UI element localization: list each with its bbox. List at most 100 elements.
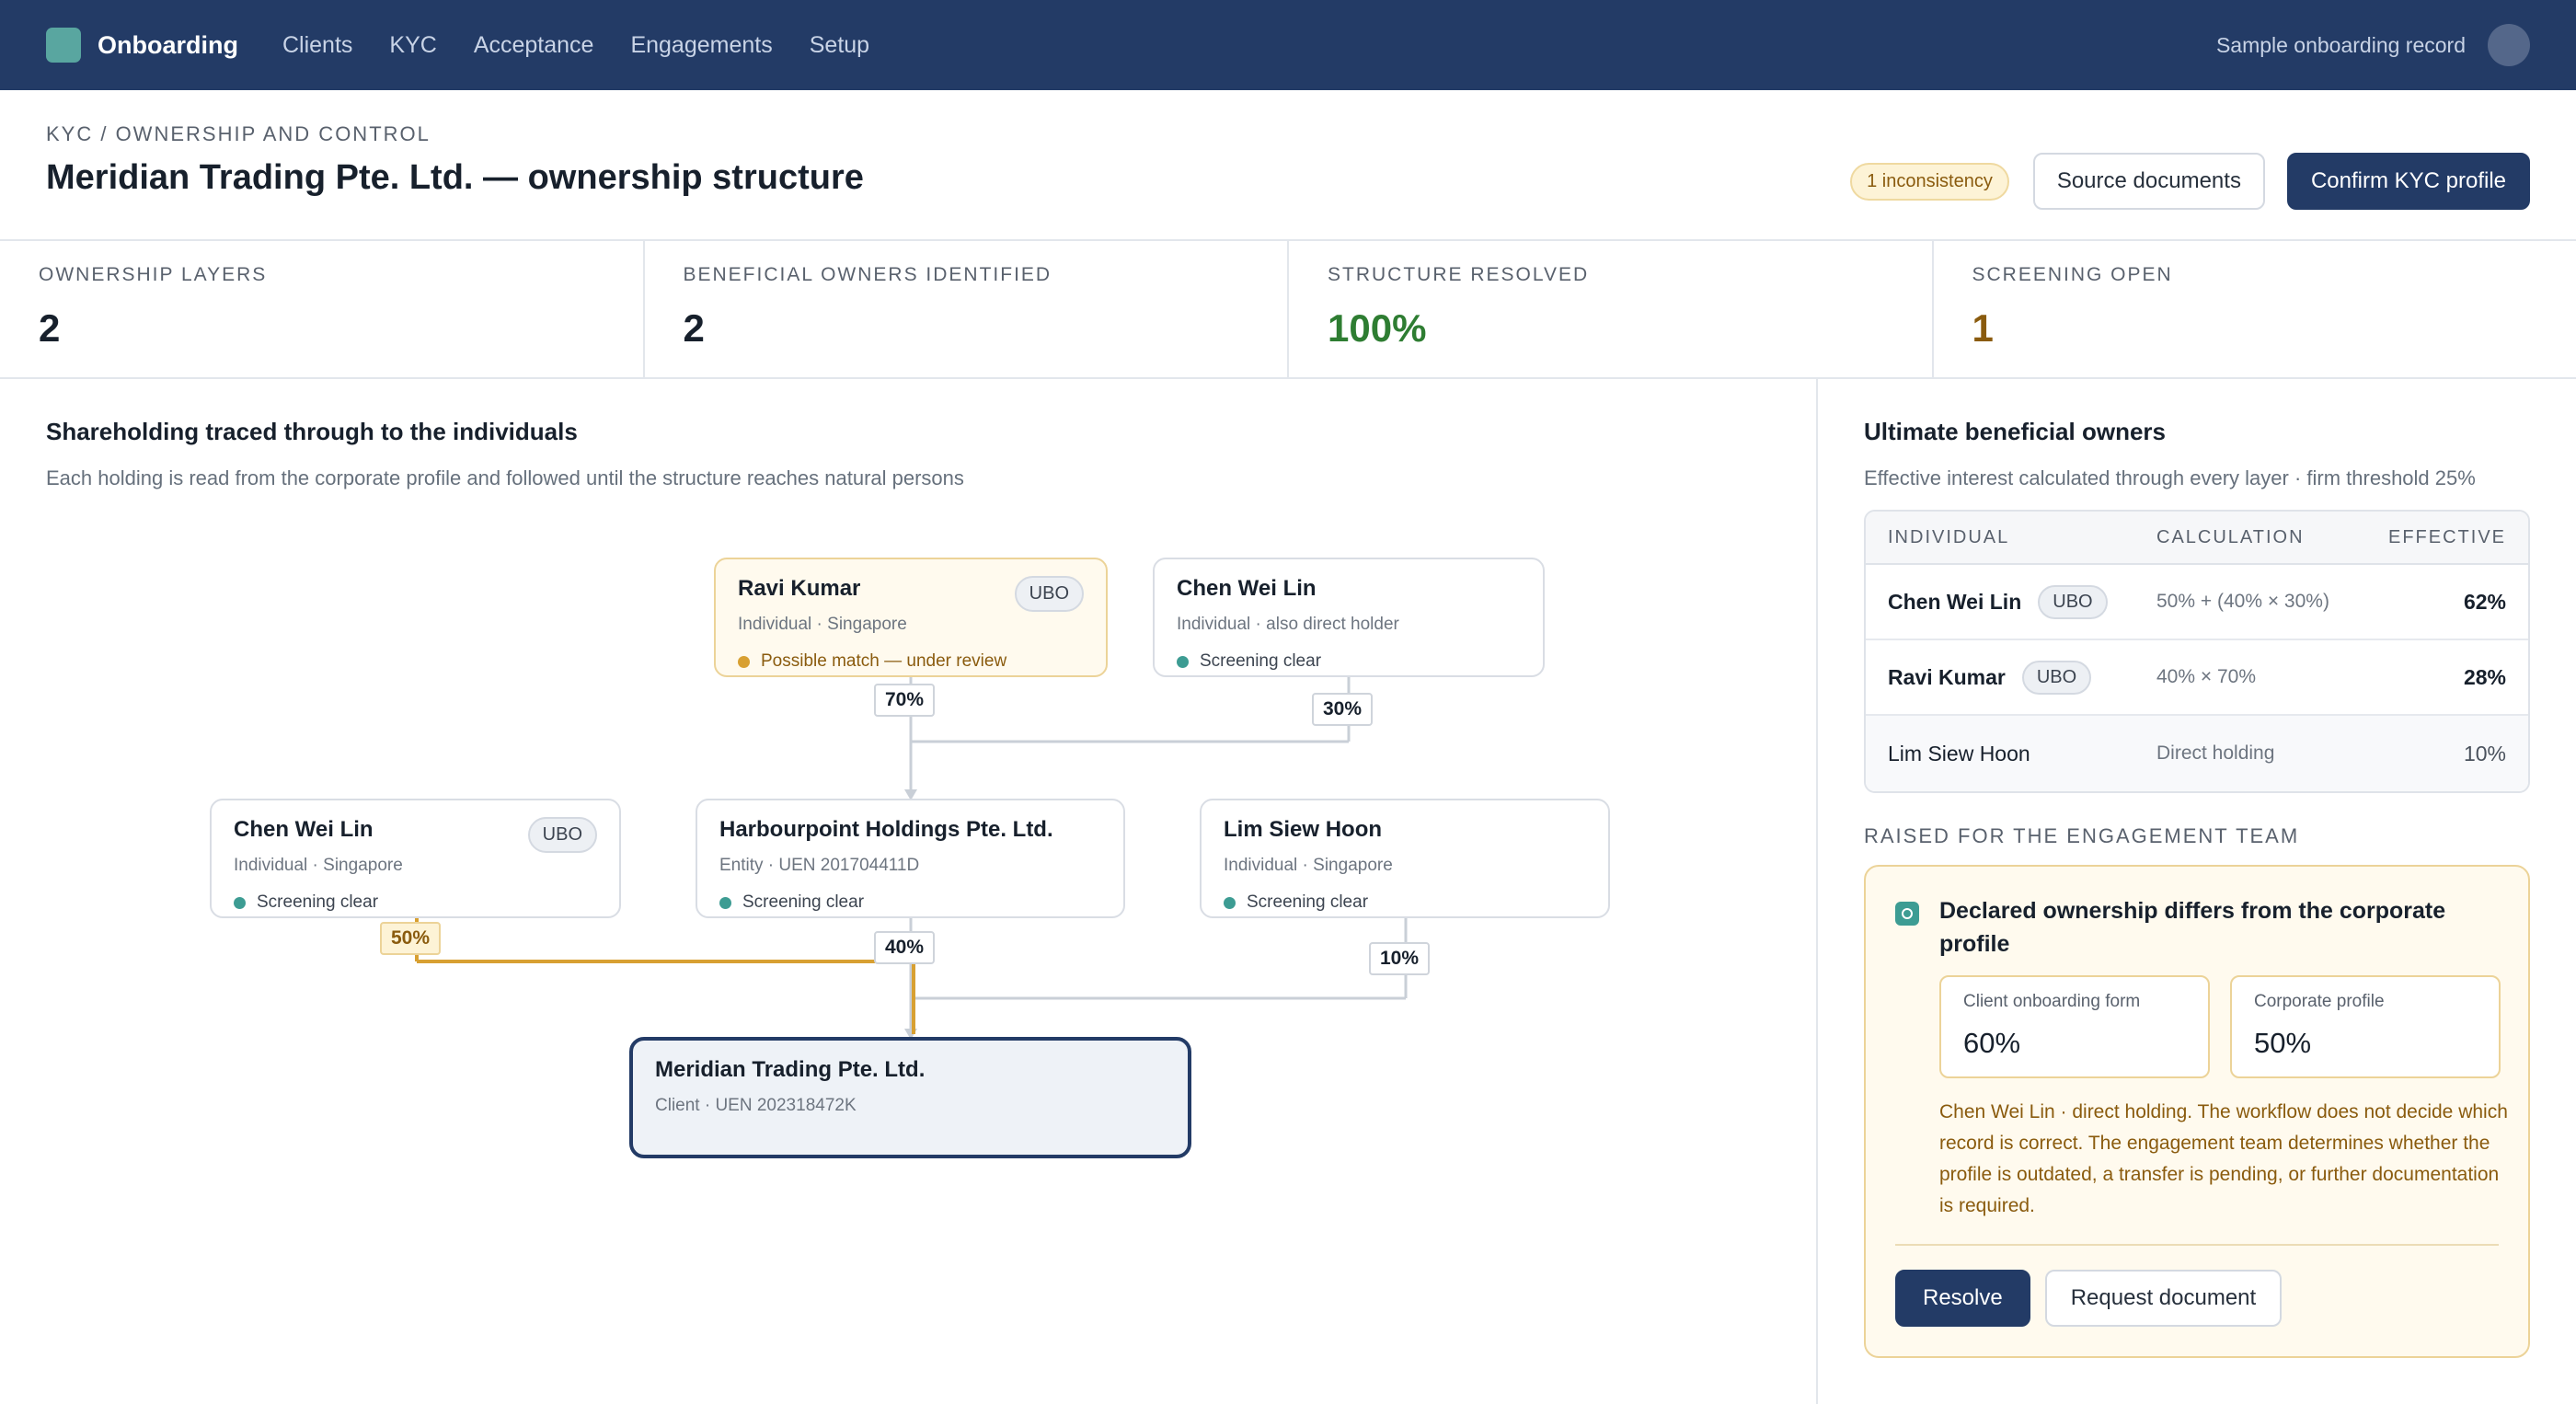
ubo-badge: UBO	[2038, 584, 2108, 619]
divider	[1895, 1244, 2499, 1246]
node-harbourpoint-holdings[interactable]: Harbourpoint Holdings Pte. Ltd. Entity ·…	[696, 799, 1125, 918]
ubo-title: Ultimate beneficial owners	[1864, 418, 2166, 445]
nav-item-kyc[interactable]: KYC	[389, 32, 436, 59]
node-status: Screening clear	[1224, 892, 1586, 913]
node-name: Lim Siew Hoon	[1224, 817, 1383, 842]
status-dot-icon	[719, 896, 731, 909]
ubo-name: Ravi Kumar	[1888, 664, 2006, 689]
ubo-header: Ultimate beneficial owners Effective int…	[1864, 418, 2476, 490]
ubo-badge: UBO	[1014, 576, 1084, 612]
breadcrumb: KYC / OWNERSHIP AND CONTROL	[46, 122, 431, 145]
user-avatar[interactable]	[2488, 24, 2530, 66]
compare-label: Corporate profile	[2254, 992, 2385, 1011]
cell-calculation: 40% × 70%	[2156, 666, 2256, 687]
node-meta: Individual · Singapore	[738, 615, 907, 634]
col-effective: EFFECTIVE	[2387, 526, 2506, 547]
table-row[interactable]: Chen Wei Lin UBO 50% + (40% × 30%) 62%	[1866, 565, 2528, 640]
node-meta: Client · UEN 202318472K	[655, 1096, 857, 1115]
inconsistency-badge[interactable]: 1 inconsistency	[1850, 162, 2009, 201]
nav-item-engagements[interactable]: Engagements	[630, 32, 772, 59]
node-status: Screening clear	[719, 892, 1101, 913]
status-text: Screening clear	[742, 892, 865, 912]
status-text: Possible match — under review	[761, 651, 1007, 671]
percent-lim-to-client: 10%	[1369, 942, 1431, 975]
percent-chen-to-harbour: 30%	[1312, 693, 1374, 726]
node-meta: Individual · Singapore	[234, 856, 403, 875]
cell-calculation: 50% + (40% × 30%)	[2156, 591, 2329, 612]
cell-effective: 28%	[2463, 664, 2506, 689]
metric-label: STRUCTURE RESOLVED	[1328, 264, 1590, 285]
raised-section-label: RAISED FOR THE ENGAGEMENT TEAM	[1864, 824, 2300, 847]
node-chen-wei-lin-top[interactable]: Chen Wei Lin Individual · also direct ho…	[1153, 558, 1545, 677]
ubo-name: Lim Siew Hoon	[1888, 741, 2030, 765]
node-status: Screening clear	[1177, 651, 1521, 672]
metric-value: 2	[683, 306, 705, 350]
node-status: Possible match — under review	[738, 651, 1084, 672]
node-meta: Individual · Singapore	[1224, 856, 1393, 875]
page-title: Meridian Trading Pte. Ltd. — ownership s…	[46, 158, 864, 197]
nav-item-setup[interactable]: Setup	[810, 32, 869, 59]
cell-effective: 10%	[2463, 741, 2506, 765]
ubo-subtitle: Effective interest calculated through ev…	[1864, 466, 2476, 489]
table-row[interactable]: Lim Siew Hoon Direct holding 10%	[1866, 716, 2528, 791]
ubo-name: Chen Wei Lin	[1888, 589, 2022, 614]
ubo-badge: UBO	[2021, 660, 2092, 695]
ubo-table: INDIVIDUAL CALCULATION EFFECTIVE Chen We…	[1864, 510, 2530, 793]
col-calculation: CALCULATION	[2156, 526, 2305, 547]
cell-individual: Ravi Kumar UBO	[1888, 660, 2156, 695]
node-chen-wei-lin[interactable]: Chen Wei Lin Individual · Singapore Scre…	[210, 799, 621, 918]
compare-value: 60%	[1963, 1027, 2021, 1059]
nav-item-acceptance[interactable]: Acceptance	[474, 32, 594, 59]
app-brand[interactable]: Onboarding	[98, 31, 238, 60]
cell-individual: Lim Siew Hoon	[1888, 742, 2156, 766]
metric-label: BENEFICIAL OWNERS IDENTIFIED	[683, 264, 1052, 285]
confirm-kyc-button[interactable]: Confirm KYC profile	[2286, 153, 2530, 210]
compare-label: Client onboarding form	[1963, 992, 2141, 1011]
percent-chen-to-client: 50%	[380, 922, 442, 955]
metrics-bar: OWNERSHIP LAYERS 2 BENEFICIAL OWNERS IDE…	[0, 241, 2576, 379]
source-documents-button[interactable]: Source documents	[2032, 153, 2265, 210]
app-logo-icon	[46, 28, 81, 63]
status-text: Screening clear	[1200, 651, 1322, 671]
ubo-panel: Ultimate beneficial owners Effective int…	[1818, 379, 2576, 1404]
ownership-structure-panel: Shareholding traced through to the indiv…	[0, 379, 1818, 1404]
metric-beneficial-owners: BENEFICIAL OWNERS IDENTIFIED 2	[645, 241, 1289, 377]
node-meta: Entity · UEN 201704411D	[719, 856, 920, 875]
nav-item-clients[interactable]: Clients	[282, 32, 352, 59]
inconsistency-description: Chen Wei Lin · direct holding. The workf…	[1939, 1101, 2508, 1216]
cell-effective: 62%	[2463, 589, 2506, 614]
request-document-button[interactable]: Request document	[2044, 1270, 2283, 1327]
status-text: Screening clear	[257, 892, 379, 912]
metric-screening-open: SCREENING OPEN 1	[1934, 241, 2576, 377]
metric-label: SCREENING OPEN	[1972, 264, 2173, 285]
inconsistency-actions: Resolve Request document	[1895, 1270, 2283, 1327]
table-row[interactable]: Ravi Kumar UBO 40% × 70% 28%	[1866, 640, 2528, 716]
status-text: Screening clear	[1247, 892, 1369, 912]
cell-individual: Chen Wei Lin UBO	[1888, 584, 2156, 619]
compare-onboarding-form: Client onboarding form 60%	[1939, 975, 2210, 1078]
node-ravi-kumar[interactable]: Ravi Kumar Individual · Singapore Possib…	[714, 558, 1108, 677]
node-lim-siew-hoon[interactable]: Lim Siew Hoon Individual · Singapore Scr…	[1200, 799, 1610, 918]
status-dot-icon	[1224, 896, 1236, 909]
inconsistency-title: Declared ownership differs from the corp…	[1939, 898, 2446, 957]
alert-icon	[1895, 902, 1919, 926]
resolve-button[interactable]: Resolve	[1895, 1270, 2030, 1327]
compare-corporate-profile: Corporate profile 50%	[2230, 975, 2501, 1078]
status-dot-icon	[234, 896, 246, 909]
percent-ravi-to-harbour: 70%	[874, 684, 936, 717]
col-individual: INDIVIDUAL	[1888, 526, 2010, 547]
metric-label: OWNERSHIP LAYERS	[39, 264, 268, 285]
node-client-meridian[interactable]: Meridian Trading Pte. Ltd. Client · UEN …	[629, 1037, 1191, 1158]
compare-value: 50%	[2254, 1027, 2312, 1059]
ubo-table-header: INDIVIDUAL CALCULATION EFFECTIVE	[1866, 512, 2528, 565]
status-dot-icon	[738, 655, 750, 668]
metric-value: 100%	[1328, 306, 1427, 350]
cell-calculation: Direct holding	[2156, 742, 2275, 764]
ubo-badge: UBO	[527, 817, 597, 853]
inconsistency-card: Declared ownership differs from the corp…	[1864, 865, 2530, 1358]
metric-ownership-layers: OWNERSHIP LAYERS 2	[0, 241, 645, 377]
top-nav: Onboarding Clients KYC Acceptance Engage…	[0, 0, 2576, 90]
node-name: Chen Wei Lin	[1177, 576, 1317, 601]
header-actions: 1 inconsistency Source documents Confirm…	[1850, 153, 2530, 210]
status-dot-icon	[1177, 655, 1189, 668]
